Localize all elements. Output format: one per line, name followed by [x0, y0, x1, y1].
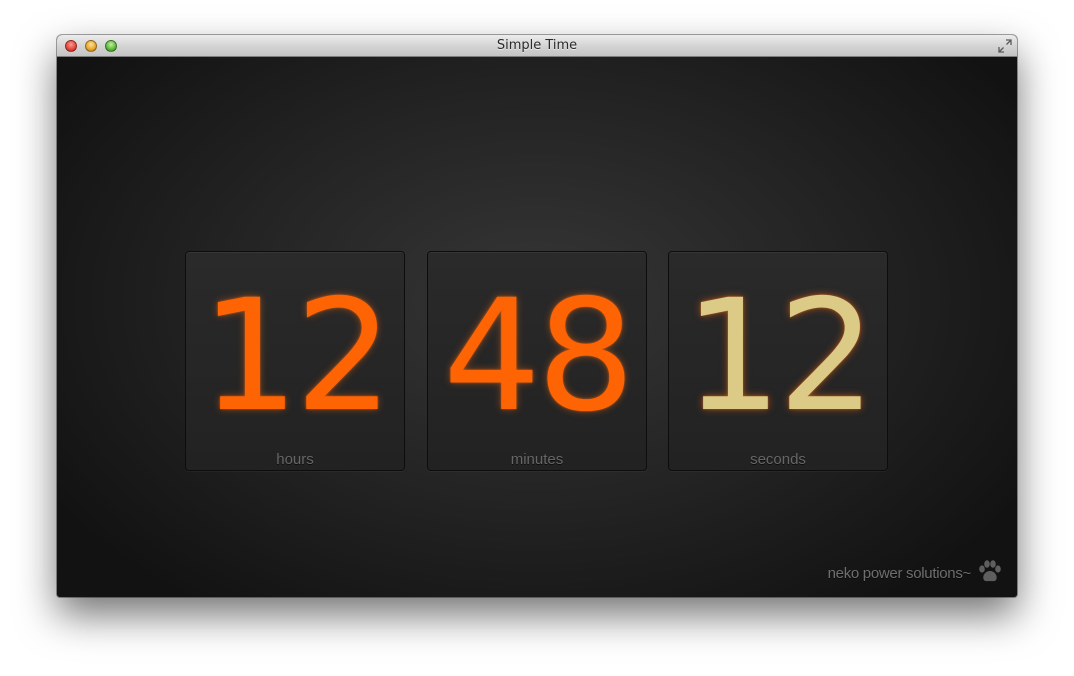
paw-icon [979, 560, 1001, 582]
hours-tile: 12 hours [185, 251, 405, 471]
app-window: Simple Time 12 hours 48 minutes 12 secon… [57, 35, 1017, 597]
minutes-label: minutes [510, 451, 564, 468]
seconds-label: seconds [750, 451, 806, 468]
window-title: Simple Time [496, 38, 578, 53]
hours-label: hours [276, 451, 314, 468]
clock-area: 12 hours 48 minutes 12 seconds neko powe… [57, 57, 1017, 597]
brand-text: neko power solutions~ [827, 565, 972, 582]
seconds-value: 12 [684, 267, 876, 446]
minutes-value: 48 [443, 267, 635, 446]
seconds-tile: 12 seconds [668, 251, 888, 471]
hours-value: 12 [201, 267, 393, 446]
fullscreen-icon[interactable] [998, 39, 1012, 53]
title-bar[interactable]: Simple Time [57, 35, 1017, 57]
minutes-tile: 48 minutes [427, 251, 647, 471]
